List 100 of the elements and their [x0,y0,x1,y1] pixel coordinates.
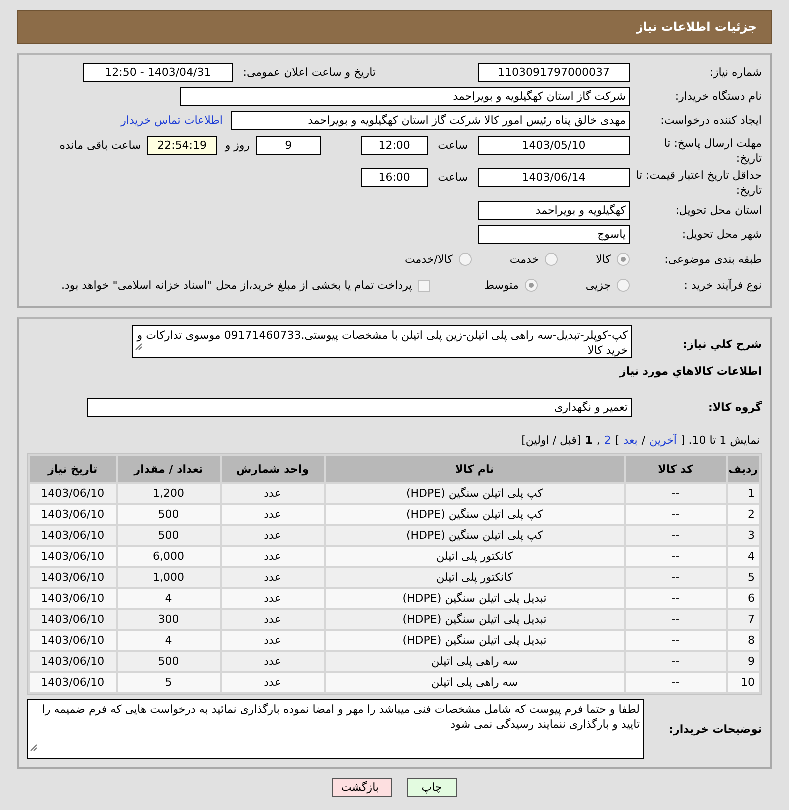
radio-label: کالا [596,253,611,266]
column-header: ردیف [728,456,759,482]
table-cell: 4 [728,547,759,566]
pagination-text: ] [615,433,620,449]
table-cell: 1403/06/10 [30,526,116,545]
days-field[interactable]: 9 [256,136,322,155]
table-cell: 1 [728,484,759,503]
table-cell: 1,000 [118,568,220,587]
field-label: استان محل تحویل: [674,203,762,218]
contact-link[interactable]: اطلاعات تماس خریدار [121,114,223,127]
field-label: گروه كالا: [707,400,762,415]
table-cell: 1403/06/10 [30,547,116,566]
radio-button[interactable] [617,253,630,266]
table-cell: عدد [222,631,324,650]
buyer-field[interactable]: شرکت گاز استان کهگیلویه و بویراحمد [180,87,630,106]
pagination-link[interactable]: آخرین [650,433,677,449]
print-button[interactable]: چاپ [407,778,457,797]
table-cell: -- [626,652,726,671]
table-cell: عدد [222,526,324,545]
table-cell: 9 [728,652,759,671]
requester-field[interactable]: مهدی خالق پناه رئیس امور کالا شرکت گاز استان کهگیلویه و بویراحمد [231,111,630,130]
table-cell: عدد [222,589,324,608]
product-group-field[interactable]: تعمیر و نگهداری [87,398,632,417]
time-label: ساعت [438,170,468,186]
deadline-time-field[interactable]: 12:00 [361,136,428,155]
checkbox[interactable] [418,280,430,292]
table-cell: -- [626,484,726,503]
table-cell: عدد [222,610,324,629]
validity-date-field[interactable]: 1403/06/14 [478,168,630,187]
province-field[interactable]: کهگیلویه و بویراحمد [478,201,630,220]
table-cell: 1403/06/10 [30,589,116,608]
table-cell: 5 [728,568,759,587]
field-label: حداقل تاریخ اعتبار قیمت: تا تاریخ: [636,168,762,198]
notes-box[interactable]: لطفا و حتما فرم پیوست که شامل مشخصات فنی میباشد را مهر و امضا نموده بارگذاری نمائید به درخواست هایی که فرم ضمیمه را تایید و بارگذاری ننمایند رسیدگی نمی شود [27,699,644,759]
field-label: تاریخ و ساعت اعلان عمومی: [243,66,376,79]
table-cell: عدد [222,652,324,671]
validity-time-field[interactable]: 16:00 [361,168,428,187]
table-cell: 8 [728,631,759,650]
column-header: واحد شمارش [222,456,324,482]
radio-label: جزیی [586,279,611,292]
table-cell: 4 [118,631,220,650]
table-cell: 1403/06/10 [30,505,116,524]
table-cell: عدد [222,673,324,692]
table-cell: عدد [222,484,324,503]
page-link[interactable]: 2 [604,433,612,449]
table-cell: -- [626,505,726,524]
table-cell: 500 [118,505,220,524]
remaining-time-field[interactable]: 22:54:19 [147,136,218,155]
table-cell: عدد [222,505,324,524]
table-cell: 1403/06/10 [30,631,116,650]
field-label: توضیحات خریدار: [668,722,762,736]
table-cell: 1403/06/10 [30,610,116,629]
table-cell: سه راهی پلی اتیلن [326,652,624,671]
table-cell: 3 [728,526,759,545]
table-cell: 4 [118,589,220,608]
table-cell: سه راهی پلی اتیلن [326,673,624,692]
deadline-date-field[interactable]: 1403/05/10 [478,136,630,155]
table-cell: 5 [118,673,220,692]
page-link[interactable]: 1 [585,433,593,449]
table-cell: 6,000 [118,547,220,566]
table-cell: تبدیل پلی اتیلن سنگین (HDPE) [326,589,624,608]
table-cell: 300 [118,610,220,629]
column-header: نام کالا [326,456,624,482]
table-cell: 6 [728,589,759,608]
radio-label: متوسط [484,279,519,292]
table-cell: تبدیل پلی اتیلن سنگین (HDPE) [326,610,624,629]
table-cell: -- [626,547,726,566]
back-button[interactable]: بازگشت [332,778,392,797]
table-cell: کانکتور پلی اتیلن [326,568,624,587]
table-cell: کپ پلی اتیلن سنگین (HDPE) [326,505,624,524]
description-box[interactable]: کپ-کوپلر-تبدیل-سه راهی پلی اتیلن-زین پلی اتیلن با مشخصات پیوستی.09171460733 موسوی تدارکات و خرید کالا [132,325,632,358]
table-cell: کپ پلی اتیلن سنگین (HDPE) [326,484,624,503]
section-heading: اطلاعات كالاهاي مورد نياز [618,365,762,380]
table-cell: کپ پلی اتیلن سنگین (HDPE) [326,526,624,545]
radio-button[interactable] [524,279,538,292]
table-cell: 1403/06/10 [30,652,116,671]
radio-button[interactable] [545,253,558,266]
radio-button[interactable] [617,279,630,292]
table-cell: 1,200 [118,484,220,503]
need-number-field[interactable]: 1103091797000037 [478,63,630,82]
table-cell: 1403/06/10 [30,568,116,587]
table-cell: -- [626,610,726,629]
radio-button[interactable] [458,253,472,266]
table-cell: 500 [118,526,220,545]
pagination-link[interactable]: بعد [624,433,638,449]
table-cell: 2 [728,505,759,524]
radio-label: خدمت [510,253,540,266]
announce-date-field[interactable]: 1403/04/31 - 12:50 [83,63,234,82]
field-label: ایجاد کننده درخواست: [660,113,762,128]
table-cell: 1403/06/10 [30,484,116,503]
column-header: تعداد / مقدار [118,456,220,482]
table-cell: -- [626,589,726,608]
column-header: تاریخ نیاز [30,456,116,482]
time-label: ساعت [438,138,468,154]
table-cell: 10 [728,673,759,692]
table-cell: کانکتور پلی اتیلن [326,547,624,566]
city-field[interactable]: یاسوج [478,225,630,244]
field-label: مهلت ارسال پاسخ: تا تاریخ: [663,136,762,166]
payment-option-label: پرداخت تمام یا بخشی از مبلغ خرید،از محل "اسناد خزانه اسلامی" خواهد بود. [62,279,412,292]
table-cell: تبدیل پلی اتیلن سنگین (HDPE) [326,631,624,650]
